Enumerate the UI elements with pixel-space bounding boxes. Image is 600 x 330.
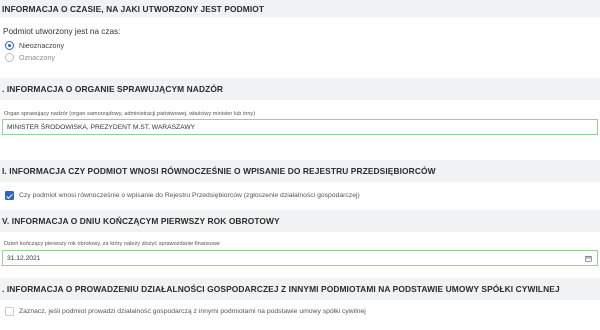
fiscal-date-value: 31.12.2021: [7, 254, 41, 262]
radio-unchecked-icon[interactable]: [5, 53, 14, 62]
checkbox-label: Zaznacz, jeśli podmiot prowadzi działaln…: [19, 308, 366, 315]
supervisor-field-label: Organ sprawujący nadzór (organ samorządo…: [4, 111, 256, 117]
radio-option-nieoznaczony[interactable]: Nieoznaczony: [5, 41, 64, 50]
radio-checked-icon[interactable]: [5, 41, 14, 50]
section-header-register: I. INFORMACJA CZY PODMIOT WNOSI RÓWNOCZE…: [0, 160, 600, 182]
section-title: . INFORMACJA O PROWADZENIU DZIAŁALNOŚCI …: [2, 284, 560, 294]
checkbox-label: Czy podmiot wnosi równocześnie o wpisani…: [19, 192, 360, 199]
radio-label: Oznaczony: [19, 53, 55, 62]
section-title: V. INFORMACJA O DNIU KOŃCZĄCYM PIERWSZY …: [2, 216, 280, 226]
radio-option-oznaczony[interactable]: Oznaczony: [5, 53, 55, 62]
checkbox-unchecked-icon[interactable]: [5, 307, 14, 316]
supervisor-input-value: MINISTER ŚRODOWISKA, PREZYDENT M.ST. WAR…: [7, 123, 196, 131]
supervisor-input[interactable]: MINISTER ŚRODOWISKA, PREZYDENT M.ST. WAR…: [2, 119, 598, 135]
section-title: I. INFORMACJA CZY PODMIOT WNOSI RÓWNOCZE…: [2, 166, 436, 176]
section-title: INFORMACJA O CZASIE, NA JAKI UTWORZONY J…: [2, 3, 265, 14]
question-label: Podmiot utworzony jest na czas:: [3, 27, 121, 36]
fiscal-date-input[interactable]: 31.12.2021: [2, 250, 598, 266]
radio-label: Nieoznaczony: [19, 41, 65, 50]
section-header-supervision: . INFORMACJA O ORGANIE SPRAWUJĄCYM NADZÓ…: [0, 78, 600, 100]
fiscal-date-field-label: Dzień kończący pierwszy rok obrotowy, za…: [4, 241, 220, 247]
calendar-icon[interactable]: [585, 255, 592, 262]
section-title: . INFORMACJA O ORGANIE SPRAWUJĄCYM NADZÓ…: [2, 84, 224, 94]
section-header-time: INFORMACJA O CZASIE, NA JAKI UTWORZONY J…: [0, 0, 600, 17]
section-header-civil-partnership: . INFORMACJA O PROWADZENIU DZIAŁALNOŚCI …: [0, 278, 600, 300]
checkbox-checked-icon[interactable]: [5, 191, 14, 200]
register-checkbox-row[interactable]: Czy podmiot wnosi równocześnie o wpisani…: [5, 191, 360, 200]
section-header-fiscal-year: V. INFORMACJA O DNIU KOŃCZĄCYM PIERWSZY …: [0, 210, 600, 232]
civil-partnership-checkbox-row[interactable]: Zaznacz, jeśli podmiot prowadzi działaln…: [5, 307, 366, 316]
